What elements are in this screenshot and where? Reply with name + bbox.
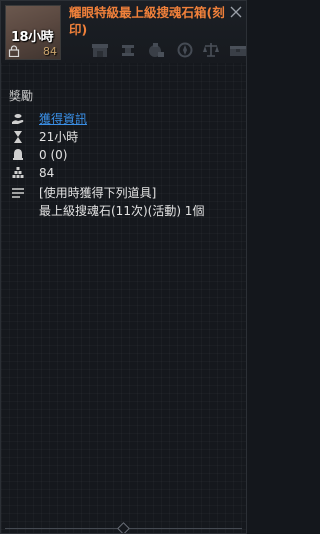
item-name: 耀眼特級最上級搜魂石箱(刻印)	[69, 5, 225, 37]
list-icon	[12, 188, 24, 198]
chest-icon	[230, 46, 246, 56]
anvil-icon	[122, 45, 134, 56]
duration-row: 21小時	[1, 129, 246, 147]
hourglass-icon	[14, 131, 22, 143]
item-slot[interactable]: 18小時 84	[5, 5, 61, 60]
item-attribute-icons	[69, 41, 246, 59]
item-count-label: 84	[43, 45, 57, 58]
bag-icon	[149, 43, 164, 57]
description-row: [使用時獲得下列道具]	[1, 185, 246, 203]
bell-icon	[13, 149, 23, 160]
tooltip-header: 18小時 84 耀眼特級最上級搜魂石箱(刻印)	[1, 1, 246, 63]
count-row: 0 (0)	[1, 147, 246, 165]
compass-icon	[177, 42, 193, 58]
quantity-text: 84	[39, 166, 55, 180]
lock-icon	[8, 45, 20, 57]
description-header: [使用時獲得下列道具]	[39, 186, 157, 200]
quantity-row: 84	[1, 165, 246, 183]
shop-icon	[92, 44, 108, 57]
pyramid-icon	[12, 167, 24, 178]
duration-text: 21小時	[39, 130, 79, 144]
bottom-divider-ornament	[117, 522, 130, 533]
hand-coin-icon	[12, 114, 24, 124]
acquisition-info-link[interactable]: 獲得資訊	[39, 111, 87, 128]
item-tooltip: 18小時 84 耀眼特級最上級搜魂石箱(刻印) 獎勵 獲得資訊 21小時 0 (…	[0, 0, 247, 534]
scale-icon	[203, 43, 219, 57]
info-row: 獲得資訊	[1, 111, 246, 129]
item-duration-label: 18小時	[11, 30, 54, 45]
count-text: 0 (0)	[39, 148, 68, 162]
reward-item-row: 最上級搜魂石(11次)(活動) 1個	[1, 203, 246, 221]
reward-item-text: 最上級搜魂石(11次)(活動) 1個	[39, 204, 205, 218]
close-icon[interactable]	[228, 4, 244, 20]
section-title: 獎勵	[9, 89, 34, 103]
